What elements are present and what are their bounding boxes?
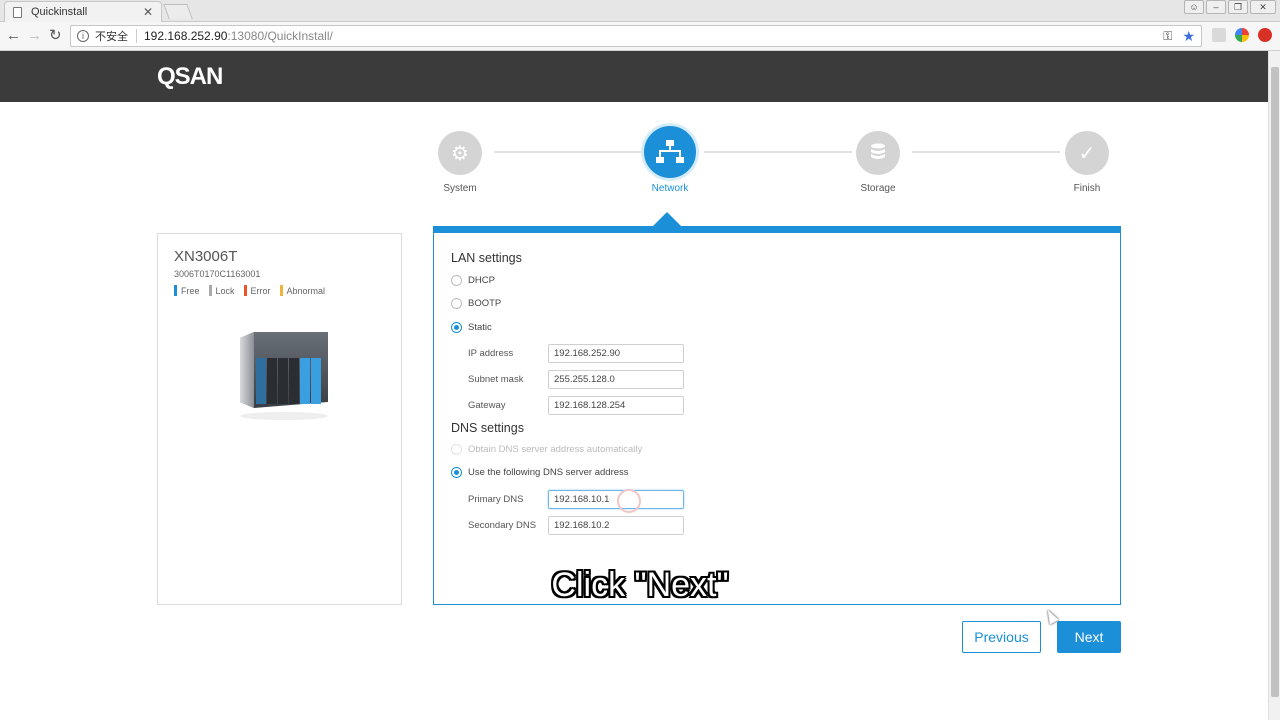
step-connector: [704, 151, 852, 153]
step-network: Network: [630, 123, 710, 194]
network-icon: [641, 123, 699, 181]
subnet-mask-input[interactable]: [548, 370, 684, 389]
secondary-dns-label: Secondary DNS: [468, 520, 537, 531]
bookmark-star-icon[interactable]: ★: [1182, 28, 1195, 45]
vertical-scrollbar[interactable]: [1268, 51, 1280, 720]
ip-address-row: IP address: [468, 344, 688, 364]
address-bar[interactable]: i 不安全 192.168.252.90:13080/QuickInstall/…: [70, 25, 1202, 47]
reload-icon[interactable]: ↻: [49, 27, 62, 45]
gear-icon: ⚙: [438, 131, 482, 175]
step-finish: ✓ Finish: [1047, 123, 1127, 194]
tab-close-icon[interactable]: ✕: [143, 5, 153, 19]
click-indicator: [617, 489, 641, 513]
restore-icon[interactable]: ❐: [1228, 0, 1248, 14]
pdf-extension-icon[interactable]: [1212, 28, 1226, 42]
app-header: QSAN: [0, 51, 1268, 102]
info-icon[interactable]: i: [77, 30, 89, 42]
url-host: 192.168.252.90: [144, 29, 228, 43]
close-window-icon[interactable]: ✕: [1250, 0, 1276, 14]
browser-tab[interactable]: Quickinstall ✕: [4, 1, 162, 22]
minimize-icon[interactable]: –: [1206, 0, 1226, 14]
radio-button[interactable]: [451, 275, 462, 286]
radio-button-disabled[interactable]: [451, 444, 462, 455]
new-tab-button[interactable]: [163, 4, 193, 19]
primary-dns-row: Primary DNS: [468, 490, 688, 510]
previous-button[interactable]: Previous: [962, 621, 1041, 653]
gateway-label: Gateway: [468, 400, 506, 411]
subnet-mask-label: Subnet mask: [468, 374, 524, 385]
page-viewport: QSAN ⚙ System Network Storage ✓ Finish X…: [0, 51, 1268, 720]
lan-settings-title: LAN settings: [451, 251, 522, 265]
legend-abnormal: Abnormal: [279, 285, 325, 296]
device-model: XN3006T: [174, 248, 238, 265]
step-label: System: [443, 183, 477, 194]
radio-static[interactable]: Static: [451, 322, 492, 333]
step-label: Storage: [860, 183, 896, 194]
profile-icon[interactable]: ☺: [1184, 0, 1204, 14]
legend-lock: Lock: [208, 285, 235, 296]
legend-error: Error: [243, 285, 271, 296]
ip-address-input[interactable]: [548, 344, 684, 363]
primary-dns-input[interactable]: [548, 490, 684, 509]
radio-dns-manual[interactable]: Use the following DNS server address: [451, 467, 629, 478]
device-card: XN3006T 3006T0170C1163001 Free Lock Erro…: [157, 233, 402, 605]
dns-settings-title: DNS settings: [451, 421, 524, 435]
forward-icon[interactable]: →: [27, 27, 42, 45]
step-connector: [494, 151, 644, 153]
tab-title: Quickinstall: [31, 6, 88, 18]
address-divider: [136, 29, 137, 43]
step-storage: Storage: [838, 123, 918, 194]
radio-button-selected[interactable]: [451, 322, 462, 333]
security-indicator[interactable]: 不安全: [95, 28, 128, 44]
adblock-extension-icon[interactable]: [1258, 28, 1272, 42]
ip-address-label: IP address: [468, 348, 514, 359]
radio-button-selected[interactable]: [451, 467, 462, 478]
radio-dhcp[interactable]: DHCP: [451, 275, 495, 286]
check-icon: ✓: [1065, 131, 1109, 175]
extension-icons: [1212, 28, 1272, 42]
network-settings-panel: LAN settings DHCP BOOTP Static IP addres…: [433, 226, 1121, 605]
key-icon[interactable]: ⚿: [1163, 29, 1172, 44]
page-icon: [13, 6, 22, 18]
gateway-input[interactable]: [548, 396, 684, 415]
next-button[interactable]: Next: [1057, 621, 1121, 653]
radio-dns-auto[interactable]: Obtain DNS server address automatically: [451, 444, 642, 455]
gateway-row: Gateway: [468, 396, 688, 416]
step-system: ⚙ System: [420, 123, 500, 194]
video-caption: Click "Next": [551, 566, 729, 604]
browser-tab-bar: Quickinstall ✕ ☺ – ❐ ✕: [0, 0, 1280, 22]
back-icon[interactable]: ←: [6, 27, 21, 45]
device-serial: 3006T0170C1163001: [174, 269, 261, 279]
window-controls: ☺ – ❐ ✕: [1184, 0, 1276, 14]
address-toolbar: ← → ↻ i 不安全 192.168.252.90:13080/QuickIn…: [0, 22, 1280, 51]
legend-free: Free: [174, 285, 200, 296]
radio-bootp[interactable]: BOOTP: [451, 298, 501, 309]
panel-pointer: [652, 212, 682, 227]
nas-device-image: [240, 332, 328, 420]
google-extension-icon[interactable]: [1235, 28, 1249, 42]
primary-dns-label: Primary DNS: [468, 494, 524, 505]
secondary-dns-row: Secondary DNS: [468, 516, 688, 536]
radio-button[interactable]: [451, 298, 462, 309]
disk-legend: Free Lock Error Abnormal: [174, 285, 325, 296]
database-icon: [856, 131, 900, 175]
step-label: Network: [651, 183, 689, 194]
subnet-mask-row: Subnet mask: [468, 370, 688, 390]
secondary-dns-input[interactable]: [548, 516, 684, 535]
wizard-steps: ⚙ System Network Storage ✓ Finish: [432, 123, 1122, 213]
qsan-logo: QSAN: [157, 63, 223, 90]
url-path: :13080/QuickInstall/: [227, 29, 333, 43]
step-connector: [912, 151, 1060, 153]
step-label: Finish: [1073, 183, 1101, 194]
